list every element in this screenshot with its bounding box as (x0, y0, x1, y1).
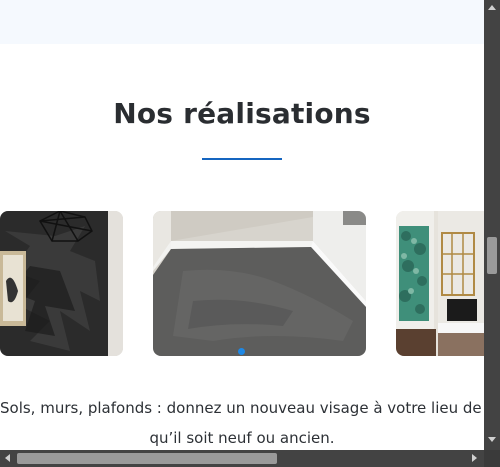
slide-image-livingroom (396, 211, 484, 356)
section-description: Sols, murs, plafonds : donnez un nouveau… (0, 393, 500, 453)
slide-image-wall (0, 211, 123, 356)
description-line-2: qu’il soit neuf ou ancien. (149, 429, 335, 447)
title-underline (202, 158, 282, 160)
section-title: Nos réalisations (113, 97, 371, 130)
scroll-left-arrow-icon[interactable] (5, 454, 10, 462)
description-line-1: Sols, murs, plafonds : donnez un nouveau… (0, 399, 500, 417)
vertical-scroll-thumb[interactable] (487, 237, 497, 274)
carousel-slide-floor[interactable] (153, 211, 366, 356)
scroll-up-arrow-icon[interactable] (488, 5, 496, 10)
vertical-scrollbar[interactable] (484, 0, 500, 450)
horizontal-scroll-thumb[interactable] (17, 453, 277, 464)
carousel-slide-livingroom[interactable] (396, 211, 484, 356)
slide-image-floor (153, 211, 366, 356)
scroll-right-arrow-icon[interactable] (472, 454, 477, 462)
top-band (0, 0, 484, 44)
horizontal-scrollbar[interactable] (0, 450, 484, 467)
realisations-carousel[interactable] (0, 211, 484, 357)
carousel-active-dot[interactable] (238, 348, 245, 355)
carousel-slide-wall[interactable] (0, 211, 123, 356)
scroll-down-arrow-icon[interactable] (488, 437, 496, 442)
scrollbar-corner (484, 450, 500, 467)
